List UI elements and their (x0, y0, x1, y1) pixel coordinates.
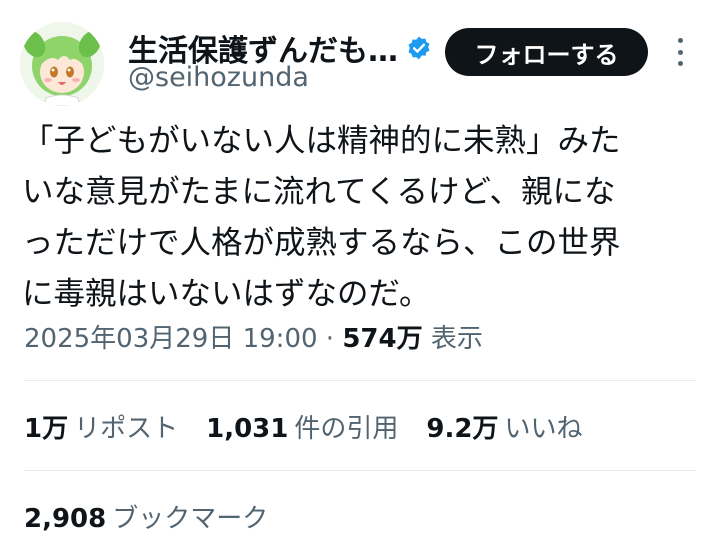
divider (24, 380, 696, 381)
divider (24, 470, 696, 471)
quotes-label: 件の引用 (294, 414, 399, 444)
more-dot (677, 38, 683, 43)
tweet-text: 「子どもがいない人は精神的に未熟」みた いな意見がたまに流れてくるけど、親にな … (22, 123, 621, 312)
more-vertical-icon[interactable] (668, 34, 692, 70)
engagement-stats: 1万 リポスト 1,031 件の引用 9.2万 いいね (24, 408, 610, 445)
more-dot (677, 61, 683, 66)
reposts-count: 1万 (24, 414, 69, 444)
avatar[interactable] (20, 22, 104, 106)
anime-character-avatar-icon (20, 22, 104, 106)
likes-stat[interactable]: 9.2万 いいね (426, 408, 582, 445)
bookmarks-stat[interactable]: 2,908 ブックマーク (24, 498, 268, 535)
tweet-timestamp[interactable]: 2025年03月29日 19:00 (24, 324, 318, 354)
reposts-label: リポスト (74, 414, 179, 444)
meta-separator: · (317, 324, 343, 354)
bookmarks-count: 2,908 (24, 504, 107, 534)
tweet-meta: 2025年03月29日 19:00 · 574万 表示 (24, 318, 483, 355)
likes-label: いいね (504, 414, 583, 444)
author-handle[interactable]: @seihozunda (128, 62, 309, 93)
views-count: 574万 (342, 324, 423, 354)
quotes-count: 1,031 (206, 414, 289, 444)
verified-badge-icon (408, 36, 430, 60)
more-dot (677, 49, 683, 55)
quotes-stat[interactable]: 1,031 件の引用 (206, 408, 398, 445)
views-label: 表示 (430, 324, 483, 354)
reposts-stat[interactable]: 1万 リポスト (24, 408, 178, 445)
likes-count: 9.2万 (426, 414, 499, 444)
follow-button[interactable]: フォローする (445, 28, 648, 76)
bookmarks-label: ブックマーク (112, 504, 269, 534)
